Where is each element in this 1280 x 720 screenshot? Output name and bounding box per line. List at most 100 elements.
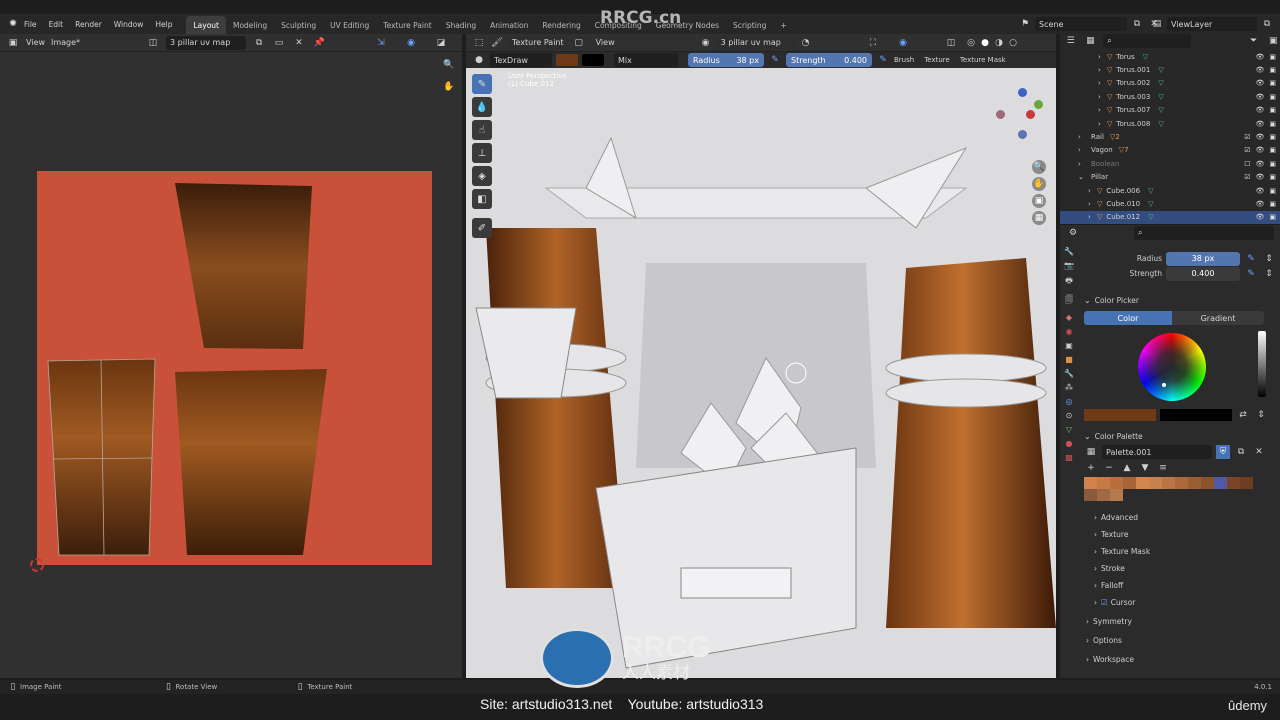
camera-icon[interactable]: ▣ [1269, 53, 1276, 61]
navigation-gizmo[interactable] [996, 88, 1052, 144]
xray-icon[interactable]: ◫ [944, 36, 958, 50]
menu-help[interactable]: Help [155, 20, 172, 29]
camera-icon[interactable]: ▣ [1269, 79, 1276, 87]
eye-icon[interactable]: 👁 [1255, 66, 1264, 74]
expand-arrow-icon[interactable]: › [1088, 187, 1097, 195]
data-tab-icon[interactable]: ▽ [1066, 425, 1072, 434]
constraints-tab-icon[interactable]: ⊙ [1066, 411, 1073, 420]
primary-color-field[interactable] [1084, 409, 1156, 421]
outliner-row[interactable]: › Vagon ▽7 ☑ 👁 ▣ [1060, 144, 1280, 157]
strength-pressure-icon[interactable]: ✎ [876, 53, 890, 67]
menu-file[interactable]: File [24, 20, 37, 29]
viewport-uv-map-field[interactable]: 3 pillar uv map [716, 35, 795, 50]
eye-icon[interactable]: 👁 [1255, 79, 1264, 87]
expand-arrow-icon[interactable]: › [1088, 213, 1097, 221]
expand-arrow-icon[interactable]: › [1098, 120, 1107, 128]
tab-modeling[interactable]: Modeling [226, 16, 274, 34]
properties-editor-icon[interactable]: ⚙ [1066, 226, 1080, 240]
gizmo-z-icon[interactable] [1018, 88, 1027, 97]
secondary-color-swatch[interactable] [582, 54, 604, 66]
clone-tool-icon[interactable]: ⊥ [472, 143, 492, 163]
gizmo-y-icon[interactable] [1034, 100, 1043, 109]
annotate-tool-icon[interactable]: ✐ [472, 218, 492, 238]
brush-menu[interactable]: Brush [894, 56, 914, 64]
tab-uv-editing[interactable]: UV Editing [323, 16, 376, 34]
uv-image-canvas[interactable] [37, 171, 432, 565]
snap-icon[interactable]: ⇲ [374, 36, 388, 50]
outliner-editor-icon[interactable]: ☰ [1064, 34, 1078, 48]
color-palette-panel-header[interactable]: ⌄ Color Palette [1084, 427, 1276, 445]
eye-icon[interactable]: 👁 [1255, 146, 1264, 154]
expand-arrow-icon[interactable]: › [1098, 53, 1107, 61]
tab-scripting[interactable]: Scripting [726, 16, 773, 34]
ortho-toggle-icon[interactable]: ▦ [1032, 211, 1046, 225]
outliner-row[interactable]: › Boolean ☐ 👁 ▣ [1060, 157, 1280, 170]
outliner-row[interactable]: › ▽ Torus.007 ▽ 👁 ▣ [1060, 104, 1280, 117]
blend-mode-dropdown[interactable]: Mix [614, 53, 678, 67]
shading-solid-icon[interactable]: ● [978, 36, 992, 50]
gizmo-neg-z-icon[interactable] [1018, 130, 1027, 139]
outliner-search[interactable]: ⌕ [1103, 34, 1191, 48]
outliner-filter-icon[interactable]: ⏷ [1247, 34, 1261, 48]
color-wheel-cursor[interactable] [1162, 383, 1166, 387]
overlay-mode-icon[interactable]: ◔ [799, 36, 813, 50]
shading-material-icon[interactable]: ◑ [992, 36, 1006, 50]
palette-color-swatch[interactable] [1097, 489, 1110, 501]
eye-icon[interactable]: 👁 [1255, 173, 1264, 181]
palette-color-swatch[interactable] [1240, 477, 1253, 489]
output-tab-icon[interactable]: 🖶 [1065, 275, 1073, 289]
gizmo-toggle-icon[interactable]: ⛶ [866, 36, 880, 50]
physics-tab-icon[interactable]: ◎ [1066, 397, 1073, 406]
viewlayer-selector[interactable]: ▤ ViewLayer ⧉ ✕ [1150, 17, 1280, 31]
tab-texture-paint[interactable]: Texture Paint [376, 16, 438, 34]
eye-icon[interactable]: 👁 [1255, 106, 1264, 114]
scene-name-field[interactable]: Scene [1035, 17, 1127, 31]
gradient-tab[interactable]: Gradient [1172, 311, 1264, 325]
viewport-zoom-icon[interactable]: 🔍 [1032, 160, 1046, 174]
palette-color-swatch[interactable] [1188, 477, 1201, 489]
outliner-new-collection-icon[interactable]: ▣ [1266, 34, 1280, 48]
menu-edit[interactable]: Edit [49, 20, 64, 29]
blender-logo-icon[interactable]: ✺ [6, 17, 20, 31]
panel-cursor[interactable]: › ☑ Cursor [1084, 594, 1276, 611]
scene-tab-icon[interactable]: ◆ [1066, 313, 1072, 322]
expand-arrow-icon[interactable]: › [1098, 93, 1107, 101]
tab-animation[interactable]: Animation [483, 16, 535, 34]
outliner-row[interactable]: › ▽ Torus ▽ 👁 ▣ [1060, 50, 1280, 63]
radius-pressure-icon[interactable]: ✎ [768, 53, 782, 67]
eye-icon[interactable]: 👁 [1255, 200, 1264, 208]
palette-browse-icon[interactable]: ▦ [1084, 445, 1098, 459]
exclude-checkbox-icon[interactable]: ☑ [1244, 133, 1250, 141]
panel-symmetry[interactable]: › Symmetry [1084, 613, 1276, 630]
panel-falloff[interactable]: › Falloff [1084, 577, 1276, 594]
menu-render[interactable]: Render [75, 20, 102, 29]
outliner-row[interactable]: › ▽ Torus.008 ▽ 👁 ▣ [1060, 117, 1280, 130]
palette-color-swatch[interactable] [1149, 477, 1162, 489]
palette-color-swatch[interactable] [1097, 477, 1110, 489]
world-tab-icon[interactable]: ◉ [1066, 327, 1073, 336]
palette-color-swatch[interactable] [1214, 477, 1227, 489]
image-uv-map-field[interactable]: 3 pillar uv map [166, 35, 247, 50]
palette-fake-user-icon[interactable]: ⛨ [1216, 445, 1230, 459]
panel-stroke[interactable]: › Stroke [1084, 560, 1276, 577]
color-pressure-icon[interactable]: ⇕ [1254, 408, 1268, 422]
value-slider[interactable] [1258, 331, 1266, 397]
palette-color-swatch[interactable] [1227, 477, 1240, 489]
soften-tool-icon[interactable]: 💧 [472, 97, 492, 117]
expand-arrow-icon[interactable]: › [1098, 66, 1107, 74]
palette-new-icon[interactable]: ⧉ [1234, 445, 1248, 459]
eye-icon[interactable]: 👁 [1255, 120, 1264, 128]
palette-color-swatch[interactable] [1084, 489, 1097, 501]
collection-tab-icon[interactable]: ▣ [1065, 341, 1073, 350]
outliner-row[interactable]: ⌄ Pillar ☑ 👁 ▣ [1060, 171, 1280, 184]
eye-icon[interactable]: 👁 [1255, 133, 1264, 141]
object-tab-icon[interactable]: ■ [1065, 355, 1073, 364]
panel-advanced[interactable]: › Advanced [1084, 509, 1276, 526]
palette-color-swatch[interactable] [1136, 477, 1149, 489]
panel-texture[interactable]: › Texture [1084, 526, 1276, 543]
palette-remove-icon[interactable]: − [1102, 461, 1116, 475]
camera-icon[interactable]: ▣ [1269, 66, 1276, 74]
swap-colors-icon[interactable]: ⇄ [1236, 408, 1250, 422]
viewport-pan-icon[interactable]: ✋ [1032, 177, 1046, 191]
new-viewlayer-icon[interactable]: ⧉ [1260, 17, 1274, 31]
